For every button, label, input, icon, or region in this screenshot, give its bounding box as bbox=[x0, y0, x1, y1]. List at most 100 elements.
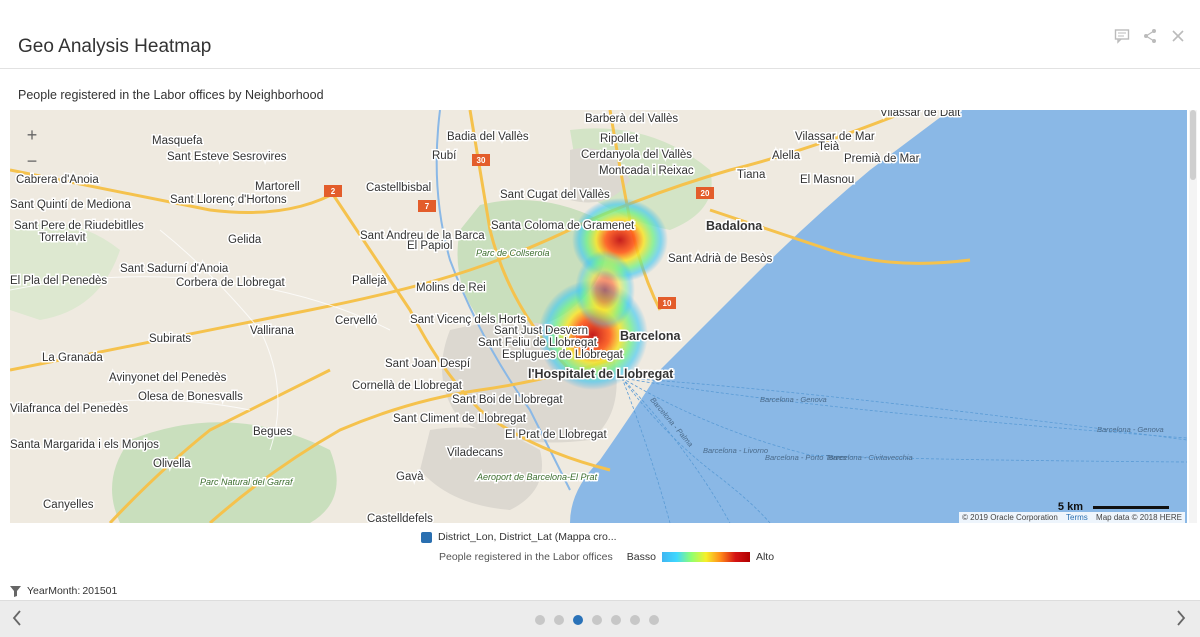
svg-text:Begues: Begues bbox=[253, 426, 292, 438]
scrollbar-thumb[interactable] bbox=[1190, 110, 1196, 180]
svg-text:Sant Cugat del Vallès: Sant Cugat del Vallès bbox=[500, 189, 610, 201]
svg-text:Parc de Collserola: Parc de Collserola bbox=[476, 248, 550, 258]
svg-text:20: 20 bbox=[701, 189, 710, 198]
svg-text:Cornellà de Llobregat: Cornellà de Llobregat bbox=[352, 380, 463, 392]
svg-text:Sant Quintí de Mediona: Sant Quintí de Mediona bbox=[10, 199, 131, 211]
legend-ramp-group: Basso Alto bbox=[627, 551, 774, 563]
pager-dot-6[interactable] bbox=[630, 615, 640, 625]
svg-text:Montcada i Reixac: Montcada i Reixac bbox=[599, 165, 694, 177]
svg-text:Rubí: Rubí bbox=[432, 150, 457, 162]
svg-text:Sant Llorenç d'Hortons: Sant Llorenç d'Hortons bbox=[170, 194, 287, 206]
svg-text:Sant Sadurní d'Anoia: Sant Sadurní d'Anoia bbox=[120, 263, 229, 275]
color-ramp bbox=[661, 552, 750, 562]
heatmap-map[interactable]: 30 2 7 20 10 Vilassar de Dalt Badia del … bbox=[10, 110, 1187, 523]
legend-high: Alto bbox=[755, 551, 775, 563]
chevron-right-icon[interactable] bbox=[1176, 610, 1186, 631]
svg-text:Sant Feliu de Llobregat: Sant Feliu de Llobregat bbox=[478, 337, 598, 349]
chevron-left-icon[interactable] bbox=[12, 610, 22, 631]
svg-text:Vallirana: Vallirana bbox=[250, 325, 294, 337]
scale-line bbox=[1093, 505, 1169, 509]
svg-text:Sant Pere de Riudebitlles: Sant Pere de Riudebitlles bbox=[14, 220, 144, 232]
layer-icon bbox=[421, 531, 432, 543]
svg-text:Santa Margarida i els Monjos: Santa Margarida i els Monjos bbox=[10, 439, 159, 451]
svg-text:Pallejà: Pallejà bbox=[352, 275, 387, 287]
share-icon[interactable] bbox=[1142, 28, 1158, 44]
zoom-out-button[interactable]: − bbox=[20, 148, 44, 174]
svg-text:Badalona: Badalona bbox=[706, 219, 763, 233]
svg-text:Torrelavit: Torrelavit bbox=[39, 232, 86, 244]
header-actions bbox=[1114, 28, 1186, 44]
svg-text:Vilassar de Dalt: Vilassar de Dalt bbox=[880, 110, 961, 119]
map-canvas[interactable]: 30 2 7 20 10 Vilassar de Dalt Badia del … bbox=[10, 110, 1187, 523]
pager-dot-7[interactable] bbox=[649, 615, 659, 625]
filter-value: 201501 bbox=[82, 585, 118, 597]
svg-text:Olesa de Bonesvalls: Olesa de Bonesvalls bbox=[138, 391, 243, 403]
svg-text:Sant Joan Despí: Sant Joan Despí bbox=[385, 358, 471, 370]
page-title: Geo Analysis Heatmap bbox=[18, 36, 212, 57]
svg-text:2: 2 bbox=[331, 187, 336, 196]
svg-text:Barcelona - Genova: Barcelona - Genova bbox=[1097, 425, 1164, 434]
svg-text:Subirats: Subirats bbox=[149, 333, 191, 345]
svg-text:l'Hospitalet de Llobregat: l'Hospitalet de Llobregat bbox=[528, 367, 674, 381]
svg-text:El Papiol: El Papiol bbox=[407, 240, 452, 252]
scrollbar[interactable] bbox=[1189, 110, 1197, 523]
pager-dot-3[interactable] bbox=[573, 615, 583, 625]
svg-text:Barcelona - Livorno: Barcelona - Livorno bbox=[703, 446, 768, 455]
svg-text:Gelida: Gelida bbox=[228, 234, 262, 246]
svg-text:Masquefa: Masquefa bbox=[152, 135, 203, 147]
svg-text:Esplugues de Llobregat: Esplugues de Llobregat bbox=[502, 349, 624, 361]
map-data-text: Map data © 2018 HERE bbox=[1096, 513, 1182, 522]
svg-text:Barcelona: Barcelona bbox=[620, 329, 681, 343]
svg-text:Vilafranca del Penedès: Vilafranca del Penedès bbox=[10, 403, 128, 415]
layer-name: District_Lon, District_Lat (Mappa cro... bbox=[438, 531, 617, 543]
svg-text:Premià de Mar: Premià de Mar bbox=[844, 153, 920, 165]
legend-measure: People registered in the Labor offices bbox=[439, 551, 613, 563]
svg-text:Santa Coloma de Gramenet: Santa Coloma de Gramenet bbox=[491, 220, 635, 232]
filter-label: YearMonth: bbox=[27, 585, 81, 597]
zoom-in-button[interactable]: + bbox=[20, 122, 44, 148]
pager-dot-1[interactable] bbox=[535, 615, 545, 625]
svg-text:Alella: Alella bbox=[772, 150, 801, 162]
svg-text:Avinyonet del Penedès: Avinyonet del Penedès bbox=[109, 372, 227, 384]
svg-text:Barberà del Vallès: Barberà del Vallès bbox=[585, 113, 678, 125]
svg-text:El Prat de Llobregat: El Prat de Llobregat bbox=[505, 429, 607, 441]
svg-text:Viladecans: Viladecans bbox=[447, 447, 503, 459]
legend-layer: District_Lon, District_Lat (Mappa cro... bbox=[421, 531, 617, 543]
pager-dots bbox=[535, 615, 659, 625]
svg-text:Tiana: Tiana bbox=[737, 169, 766, 181]
svg-text:Olivella: Olivella bbox=[153, 458, 191, 470]
pager-footer bbox=[0, 600, 1200, 637]
svg-text:10: 10 bbox=[663, 299, 672, 308]
svg-text:Ripollet: Ripollet bbox=[600, 133, 639, 145]
svg-text:Barcelona - Genova: Barcelona - Genova bbox=[760, 395, 827, 404]
comment-icon[interactable] bbox=[1114, 28, 1130, 44]
terms-link[interactable]: Terms bbox=[1066, 513, 1088, 522]
svg-text:La Granada: La Granada bbox=[42, 352, 103, 364]
copyright-text: © 2019 Oracle Corporation bbox=[962, 513, 1058, 522]
filter-icon bbox=[10, 585, 21, 597]
pager-dot-4[interactable] bbox=[592, 615, 602, 625]
svg-text:Castellbisbal: Castellbisbal bbox=[366, 182, 431, 194]
pager-dot-5[interactable] bbox=[611, 615, 621, 625]
legend-scale: People registered in the Labor offices B… bbox=[439, 551, 774, 563]
svg-text:Castelldefels: Castelldefels bbox=[367, 513, 433, 523]
close-icon[interactable] bbox=[1170, 28, 1186, 44]
header: Geo Analysis Heatmap bbox=[0, 0, 1200, 69]
svg-text:7: 7 bbox=[425, 202, 430, 211]
svg-text:Cerdanyola del Vallès: Cerdanyola del Vallès bbox=[581, 149, 692, 161]
svg-text:Molins de Rei: Molins de Rei bbox=[416, 282, 486, 294]
svg-text:Cervelló: Cervelló bbox=[335, 315, 377, 327]
svg-text:Sant Esteve Sesrovires: Sant Esteve Sesrovires bbox=[167, 151, 287, 163]
svg-text:Sant Adrià de Besòs: Sant Adrià de Besòs bbox=[668, 253, 772, 265]
svg-text:Badia del Vallès: Badia del Vallès bbox=[447, 131, 529, 143]
subtitle: People registered in the Labor offices b… bbox=[18, 88, 324, 102]
svg-text:Teià: Teià bbox=[818, 141, 840, 153]
svg-text:El Pla del Penedès: El Pla del Penedès bbox=[10, 275, 107, 287]
filter-bar: YearMonth: 201501 bbox=[10, 585, 117, 597]
svg-text:Barcelona - Civitavecchia: Barcelona - Civitavecchia bbox=[828, 453, 913, 462]
svg-text:Parc Natural del Garraf: Parc Natural del Garraf bbox=[200, 477, 294, 487]
svg-text:Sant Boi de Llobregat: Sant Boi de Llobregat bbox=[452, 394, 563, 406]
svg-text:Cabrera d'Anoia: Cabrera d'Anoia bbox=[16, 174, 99, 186]
svg-text:Corbera de Llobregat: Corbera de Llobregat bbox=[176, 277, 285, 289]
pager-dot-2[interactable] bbox=[554, 615, 564, 625]
